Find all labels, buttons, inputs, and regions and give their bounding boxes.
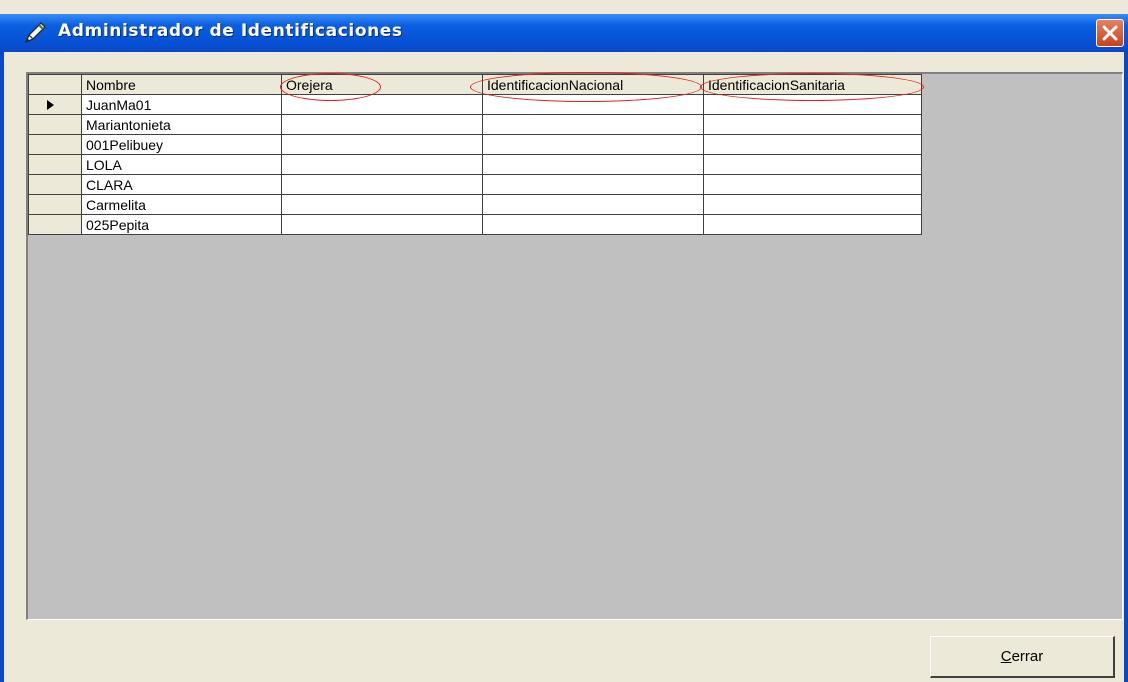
data-grid[interactable]: Nombre Orejera IdentificacionNacional Id…: [26, 72, 1123, 620]
cell-orejera[interactable]: [281, 94, 483, 115]
cell-nombre[interactable]: 001Pelibuey: [81, 134, 282, 155]
cell-nombre[interactable]: 025Pepita: [81, 214, 282, 235]
cell-identificacion-nacional[interactable]: [482, 194, 704, 215]
window-title: Administrador de Identificaciones: [58, 21, 403, 41]
table-row[interactable]: CLARA: [28, 174, 922, 195]
row-selector[interactable]: [28, 134, 82, 155]
row-selector[interactable]: [28, 194, 82, 215]
window-border-right: [1124, 52, 1128, 682]
cell-orejera[interactable]: [281, 114, 483, 135]
cell-identificacion-sanitaria[interactable]: [703, 174, 922, 195]
row-selector[interactable]: [28, 154, 82, 175]
cerrar-button[interactable]: Cerrar: [930, 636, 1115, 678]
cell-identificacion-sanitaria[interactable]: [703, 114, 922, 135]
cell-identificacion-sanitaria[interactable]: [703, 94, 922, 115]
cell-identificacion-sanitaria[interactable]: [703, 154, 922, 175]
cell-identificacion-nacional[interactable]: [482, 174, 704, 195]
row-selector[interactable]: [28, 114, 82, 135]
cell-nombre[interactable]: Carmelita: [81, 194, 282, 215]
header-orejera[interactable]: Orejera: [281, 74, 483, 95]
close-window-button[interactable]: [1096, 19, 1124, 47]
header-identificacion-nacional[interactable]: IdentificacionNacional: [482, 74, 704, 95]
table-row[interactable]: 025Pepita: [28, 214, 922, 235]
cell-identificacion-nacional[interactable]: [482, 154, 704, 175]
grid-header-row: Nombre Orejera IdentificacionNacional Id…: [28, 74, 922, 95]
grid-table: Nombre Orejera IdentificacionNacional Id…: [28, 74, 922, 235]
cell-nombre[interactable]: CLARA: [81, 174, 282, 195]
cell-identificacion-sanitaria[interactable]: [703, 134, 922, 155]
header-corner[interactable]: [28, 74, 82, 95]
header-identificacion-sanitaria[interactable]: IdentificacionSanitaria: [703, 74, 922, 95]
cell-nombre[interactable]: Mariantonieta: [81, 114, 282, 135]
triangle-right-icon: [47, 100, 54, 110]
header-nombre[interactable]: Nombre: [81, 74, 282, 95]
cell-orejera[interactable]: [281, 194, 483, 215]
row-selector[interactable]: [28, 174, 82, 195]
table-row[interactable]: LOLA: [28, 154, 922, 175]
cerrar-mnemonic: C: [1000, 648, 1012, 665]
cell-nombre[interactable]: JuanMa01: [81, 94, 282, 115]
cell-identificacion-sanitaria[interactable]: [703, 194, 922, 215]
window-border-left: [0, 52, 4, 682]
row-selector[interactable]: [28, 94, 82, 115]
cell-orejera[interactable]: [281, 154, 483, 175]
cell-identificacion-nacional[interactable]: [482, 134, 704, 155]
cell-orejera[interactable]: [281, 174, 483, 195]
title-bar[interactable]: Administrador de Identificaciones: [0, 14, 1128, 52]
row-selector[interactable]: [28, 214, 82, 235]
cell-identificacion-nacional[interactable]: [482, 114, 704, 135]
cell-identificacion-sanitaria[interactable]: [703, 214, 922, 235]
table-row[interactable]: Carmelita: [28, 194, 922, 215]
pencil-icon: [24, 22, 46, 44]
cell-nombre[interactable]: LOLA: [81, 154, 282, 175]
table-row[interactable]: 001Pelibuey: [28, 134, 922, 155]
cell-orejera[interactable]: [281, 134, 483, 155]
cerrar-label: errar: [1011, 648, 1044, 665]
cell-identificacion-nacional[interactable]: [482, 214, 704, 235]
cell-identificacion-nacional[interactable]: [482, 94, 704, 115]
app-window: Administrador de Identificaciones Nombre…: [0, 0, 1128, 682]
table-row[interactable]: Mariantonieta: [28, 114, 922, 135]
cell-orejera[interactable]: [281, 214, 483, 235]
table-row[interactable]: JuanMa01: [28, 94, 922, 115]
close-icon: [1102, 25, 1118, 41]
